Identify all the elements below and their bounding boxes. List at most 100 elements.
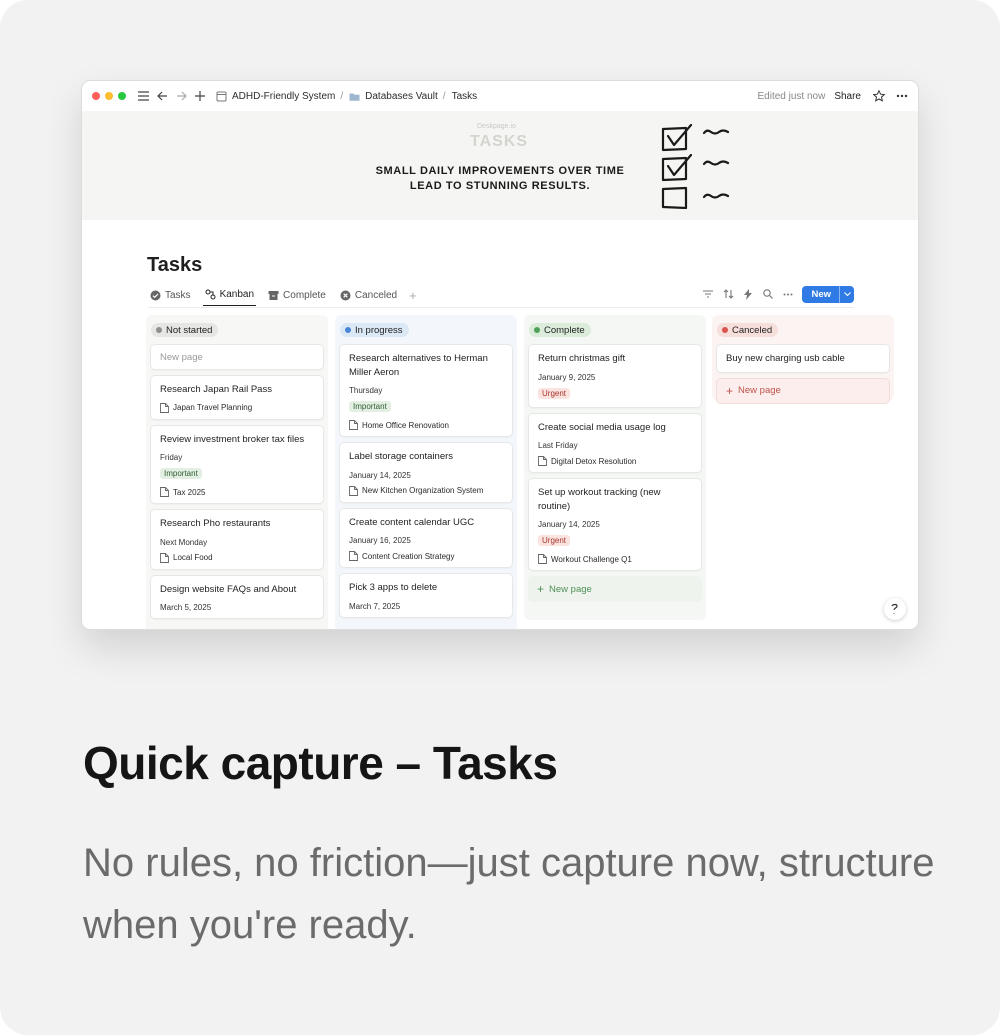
back-arrow-icon[interactable] xyxy=(154,88,170,104)
status-label: Not started xyxy=(166,324,213,336)
folder-icon xyxy=(349,93,360,101)
card-title: Research Japan Rail Pass xyxy=(160,384,272,395)
card-date: January 14, 2025 xyxy=(349,470,411,480)
card-title: Set up workout tracking (new routine) xyxy=(538,487,661,512)
tab-kanban[interactable]: Kanban xyxy=(202,284,257,306)
card-relation[interactable]: Digital Detox Resolution xyxy=(538,456,692,466)
tab-tasks[interactable]: Tasks xyxy=(148,284,193,306)
task-card[interactable]: Research Pho restaurants Next Monday Loc… xyxy=(150,509,324,570)
breadcrumb-item-vault[interactable]: Databases Vault xyxy=(349,91,438,102)
card-relation[interactable]: Japan Travel Planning xyxy=(160,402,314,413)
tab-label: Kanban xyxy=(219,289,255,300)
card-relation[interactable]: Home Office Renovation xyxy=(349,420,503,430)
task-card[interactable]: Buy new charging usb cable xyxy=(716,344,890,373)
card-relation[interactable]: New Kitchen Organization System xyxy=(349,485,503,496)
breadcrumb-item-tasks[interactable]: Tasks xyxy=(452,91,478,102)
tabs-divider xyxy=(148,307,854,308)
card-relation[interactable]: Workout Challenge Q1 xyxy=(538,554,692,564)
close-window-button[interactable] xyxy=(92,92,100,100)
banner-site-label: Deskpage.io xyxy=(477,123,516,130)
more-options-icon[interactable] xyxy=(896,94,908,98)
status-label: Canceled xyxy=(732,324,773,336)
task-card[interactable]: Pick 3 apps to delete March 7, 2025 xyxy=(339,573,513,618)
new-page-input[interactable]: New page xyxy=(150,344,324,370)
help-button[interactable] xyxy=(884,598,906,620)
forward-arrow-icon[interactable] xyxy=(173,88,189,104)
breadcrumb-separator: / xyxy=(340,90,344,102)
breadcrumb-label: Databases Vault xyxy=(365,90,438,102)
document-icon xyxy=(349,420,358,430)
automation-bolt-icon[interactable] xyxy=(738,288,758,300)
task-card[interactable]: Review investment broker tax files Frida… xyxy=(150,424,324,504)
x-circle-icon xyxy=(340,290,351,300)
priority-tag: Urgent xyxy=(538,387,571,399)
card-date: Thursday xyxy=(349,386,383,395)
quote-line: SMALL DAILY IMPROVEMENTS OVER TIME xyxy=(375,165,625,177)
new-button-label: New xyxy=(811,288,831,300)
more-options-icon[interactable] xyxy=(778,293,798,296)
maximize-window-button[interactable] xyxy=(118,92,126,100)
card-relation[interactable]: Local Food xyxy=(160,552,314,563)
tab-label: Canceled xyxy=(354,289,398,301)
relation-label: New Kitchen Organization System xyxy=(362,486,484,495)
breadcrumb-label: Tasks xyxy=(451,90,478,102)
minimize-window-button[interactable] xyxy=(105,92,113,100)
add-view-icon[interactable]: + xyxy=(409,288,417,303)
share-button[interactable]: Share xyxy=(834,91,861,102)
card-date: January 9, 2025 xyxy=(538,372,596,382)
tab-label: Complete xyxy=(283,289,326,301)
search-icon[interactable] xyxy=(758,289,778,299)
task-card[interactable]: Set up workout tracking (new routine) Ja… xyxy=(528,478,702,571)
chevron-down-icon[interactable] xyxy=(839,285,854,303)
quote-line: LEAD TO STUNNING RESULTS. xyxy=(409,180,591,192)
cover-banner: Deskpage.io TASKS SMALL DAILY IMPROVEMEN… xyxy=(82,111,918,220)
card-title: Review investment broker tax files xyxy=(160,433,305,445)
help-icon xyxy=(891,603,898,614)
add-new-page-button[interactable]: + New page xyxy=(528,576,702,602)
document-icon xyxy=(349,551,358,561)
task-card[interactable]: Label storage containers January 14, 202… xyxy=(339,442,513,503)
relation-label: Workout Challenge Q1 xyxy=(551,554,632,564)
card-title: Return christmas gift xyxy=(538,353,626,364)
sort-icon[interactable] xyxy=(718,289,738,299)
column-complete: Complete Return christmas gift January 9… xyxy=(524,315,706,620)
task-card[interactable]: Create social media usage log Last Frida… xyxy=(528,412,702,473)
task-card[interactable]: Return christmas gift January 9, 2025 Ur… xyxy=(528,344,702,408)
priority-tag: Important xyxy=(160,468,202,479)
task-card[interactable]: Create content calendar UGC January 16, … xyxy=(339,507,513,568)
menu-icon[interactable] xyxy=(135,88,151,104)
status-label: Complete xyxy=(544,324,585,336)
document-icon xyxy=(349,485,358,496)
task-card[interactable]: Research Japan Rail Pass Japan Travel Pl… xyxy=(150,375,324,420)
check-circle-icon xyxy=(150,290,161,300)
card-relation[interactable]: Tax 2025 xyxy=(160,487,314,497)
title-bar: ADHD-Friendly System / Databases Vault /… xyxy=(82,81,918,111)
page-title: Tasks xyxy=(147,254,203,276)
new-button[interactable]: New xyxy=(802,285,854,303)
task-card[interactable]: Design website FAQs and About March 5, 2… xyxy=(150,574,324,619)
task-card[interactable]: Research alternatives to Herman Miller A… xyxy=(339,344,513,437)
card-title: Buy new charging usb cable xyxy=(726,353,845,364)
checklist-illustration-icon xyxy=(661,123,730,209)
relation-label: Home Office Renovation xyxy=(362,420,450,430)
status-label: In progress xyxy=(355,324,403,336)
card-date: March 7, 2025 xyxy=(349,601,401,611)
breadcrumb-item-system[interactable]: ADHD-Friendly System xyxy=(216,91,335,102)
tab-canceled[interactable]: Canceled xyxy=(338,284,399,306)
card-title: Create content calendar UGC xyxy=(349,516,475,528)
add-new-page-button[interactable]: + New page xyxy=(716,377,890,404)
view-toolbar: New xyxy=(698,285,854,303)
plus-icon[interactable] xyxy=(192,88,208,104)
card-date: Friday xyxy=(160,453,183,462)
column-canceled: Canceled Buy new charging usb cable + Ne… xyxy=(712,315,894,404)
tab-complete[interactable]: Complete xyxy=(266,284,328,306)
priority-tag: Urgent xyxy=(538,535,571,546)
document-icon xyxy=(538,554,547,564)
filter-icon[interactable] xyxy=(698,290,718,298)
star-icon[interactable] xyxy=(873,90,885,102)
status-dot xyxy=(345,327,351,333)
status-badge: Complete xyxy=(529,323,591,337)
relation-label: Local Food xyxy=(173,553,213,562)
banner-title: TASKS xyxy=(470,133,529,150)
card-relation[interactable]: Content Creation Strategy xyxy=(349,551,503,561)
